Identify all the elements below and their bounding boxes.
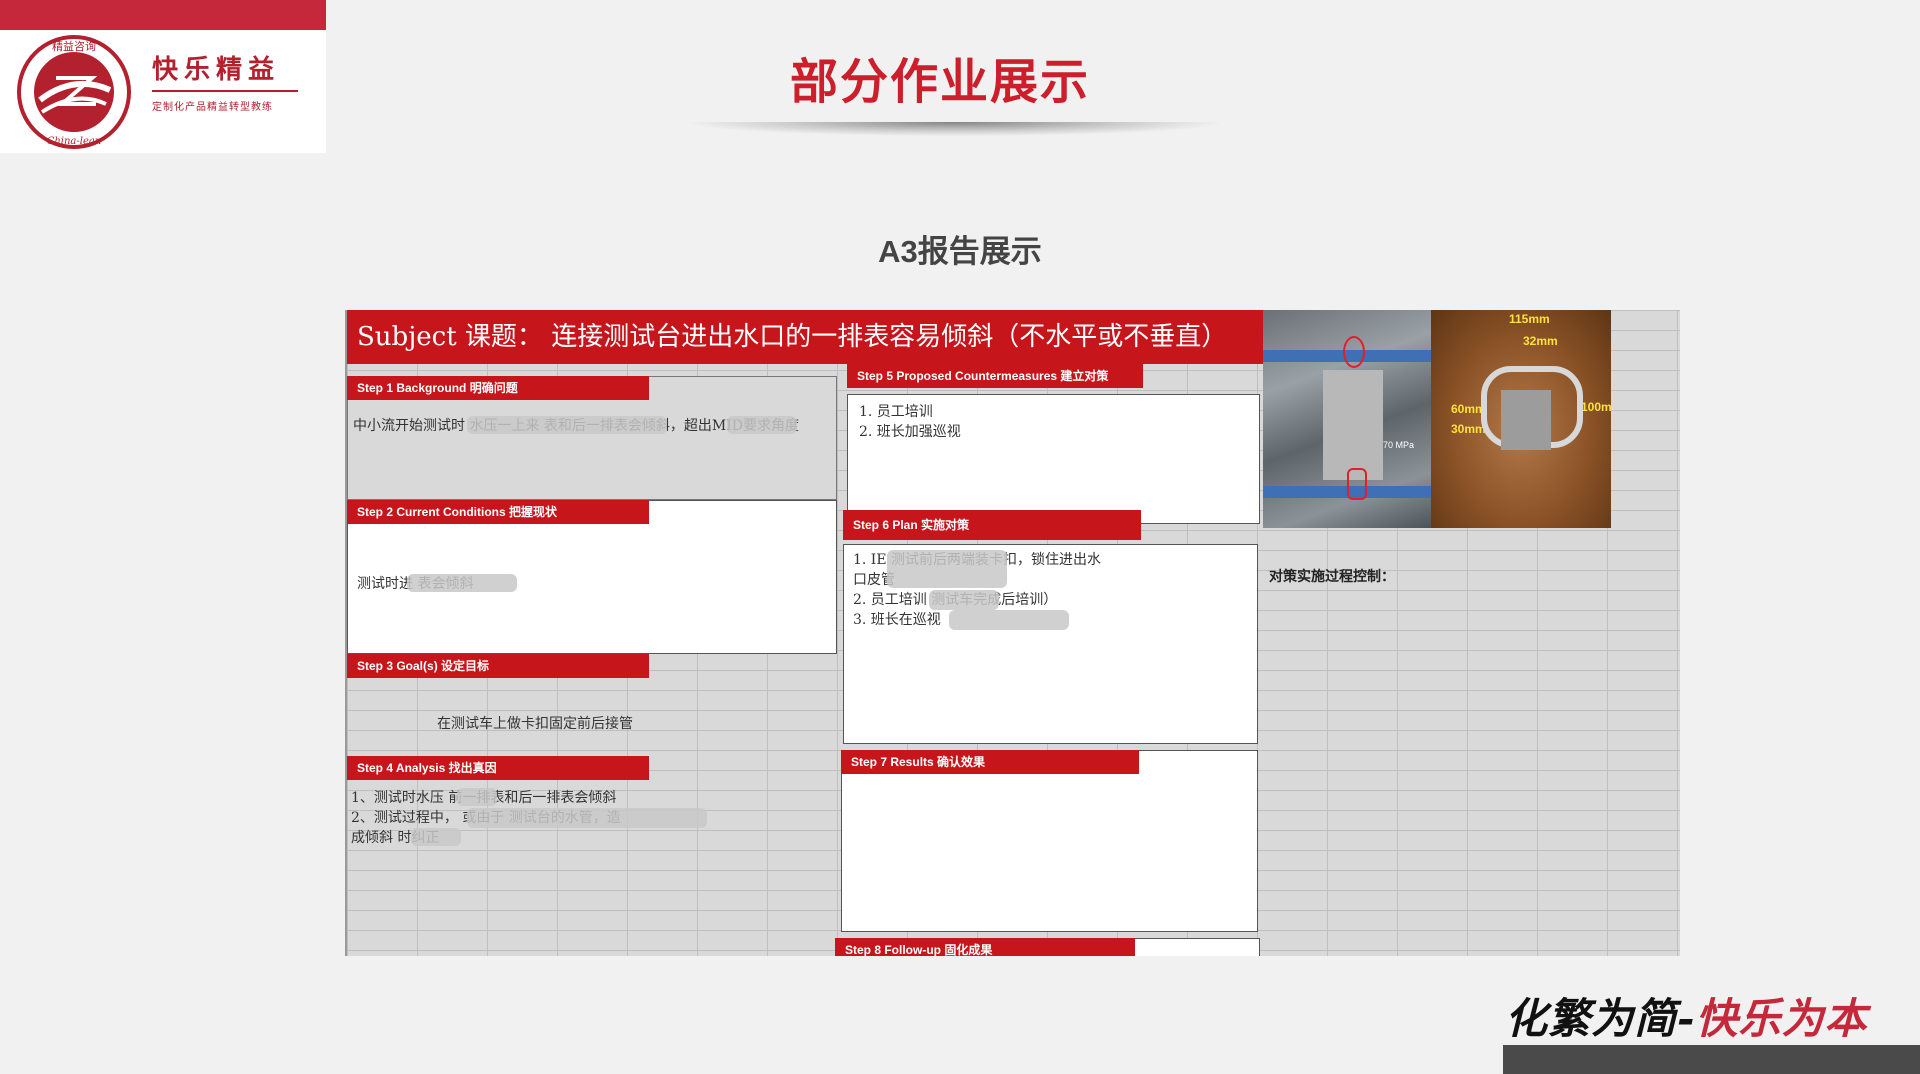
blurred-region bbox=[887, 550, 1007, 588]
title-underline-shadow bbox=[690, 122, 1220, 136]
section-subtitle: A3报告展示 bbox=[878, 234, 1042, 269]
subject-header: Subject 课题： 连接测试台进出水口的一排表容易倾斜（不水平或不垂直） bbox=[347, 310, 1263, 364]
a3-report-sheet: Subject 课题： 连接测试台进出水口的一排表容易倾斜（不水平或不垂直） S… bbox=[345, 310, 1680, 956]
step3-header: Step 3 Goal(s) 设定目标 bbox=[347, 654, 649, 678]
slogan-part-1: 化繁为简- bbox=[1505, 994, 1696, 1043]
seal-top-text: 精益咨询 bbox=[52, 39, 96, 53]
step2-header: Step 2 Current Conditions 把握现状 bbox=[347, 500, 649, 524]
blurred-region bbox=[949, 610, 1069, 630]
step5-line-1: 1. 员工培训 bbox=[859, 404, 933, 420]
step6-line-4: 3. 班长在巡视 bbox=[853, 612, 941, 628]
bottom-accent-bar bbox=[1503, 1045, 1920, 1074]
photo1-label: 70 MPa bbox=[1383, 440, 1415, 450]
dimension-label: 32mm bbox=[1523, 334, 1558, 348]
slogan: 化繁为简-快乐为本 bbox=[1505, 985, 1867, 1046]
logo-area: 精益咨询 China-lean 快乐精益 定制化产品精益转型教练 bbox=[0, 30, 326, 153]
step7-header: Step 7 Results 确认效果 bbox=[841, 750, 1139, 774]
step3-text: 在测试车上做卡扣固定前后接管 bbox=[437, 716, 633, 732]
photo-clamp-fixture: 115mm 32mm 60mm 30mm 100mm bbox=[1431, 310, 1611, 528]
subject-text: Subject 课题： 连接测试台进出水口的一排表容易倾斜（不水平或不垂直） bbox=[357, 322, 1228, 352]
dimension-label: 100mm bbox=[1581, 400, 1611, 414]
blurred-region bbox=[1323, 370, 1383, 480]
page-title: 部分作业展示 bbox=[789, 56, 1090, 109]
brand-block: 快乐精益 定制化产品精益转型教练 bbox=[152, 54, 302, 113]
dimension-label: 115mm bbox=[1509, 312, 1550, 326]
dimension-label: 30mm bbox=[1451, 422, 1486, 436]
blurred-region bbox=[1501, 390, 1551, 450]
highlight-circle bbox=[1343, 336, 1365, 368]
brand-name: 快乐精益 bbox=[152, 55, 281, 85]
blurred-region bbox=[467, 416, 667, 434]
step5-header: Step 5 Proposed Countermeasures 建立对策 bbox=[847, 364, 1143, 388]
slogan-part-2: 快乐为本 bbox=[1695, 994, 1868, 1043]
blurred-region bbox=[457, 788, 497, 806]
step5-line-2: 2. 班长加强巡视 bbox=[859, 424, 961, 440]
photo-test-bench: 70 MPa bbox=[1263, 310, 1431, 528]
seal-bottom-text: China-lean bbox=[47, 136, 102, 147]
blurred-region bbox=[411, 828, 461, 846]
blurred-region bbox=[467, 808, 707, 828]
step4-header: Step 4 Analysis 找出真因 bbox=[347, 756, 649, 780]
blurred-region bbox=[929, 590, 999, 610]
top-accent-bar bbox=[0, 0, 326, 30]
step6-header: Step 6 Plan 实施对策 bbox=[843, 510, 1141, 540]
step8-header: Step 8 Follow-up 固化成果 bbox=[835, 938, 1135, 956]
highlight-circle bbox=[1347, 468, 1367, 500]
brand-tagline: 定制化产品精益转型教练 bbox=[152, 102, 273, 113]
blurred-region bbox=[727, 416, 797, 434]
blurred-region bbox=[407, 574, 517, 592]
step7-box bbox=[841, 750, 1258, 932]
seal-logo-icon: 精益咨询 China-lean bbox=[17, 35, 131, 149]
brand-divider bbox=[152, 90, 298, 92]
control-note: 对策实施过程控制： bbox=[1269, 569, 1395, 585]
step1-header: Step 1 Background 明确问题 bbox=[347, 376, 649, 400]
